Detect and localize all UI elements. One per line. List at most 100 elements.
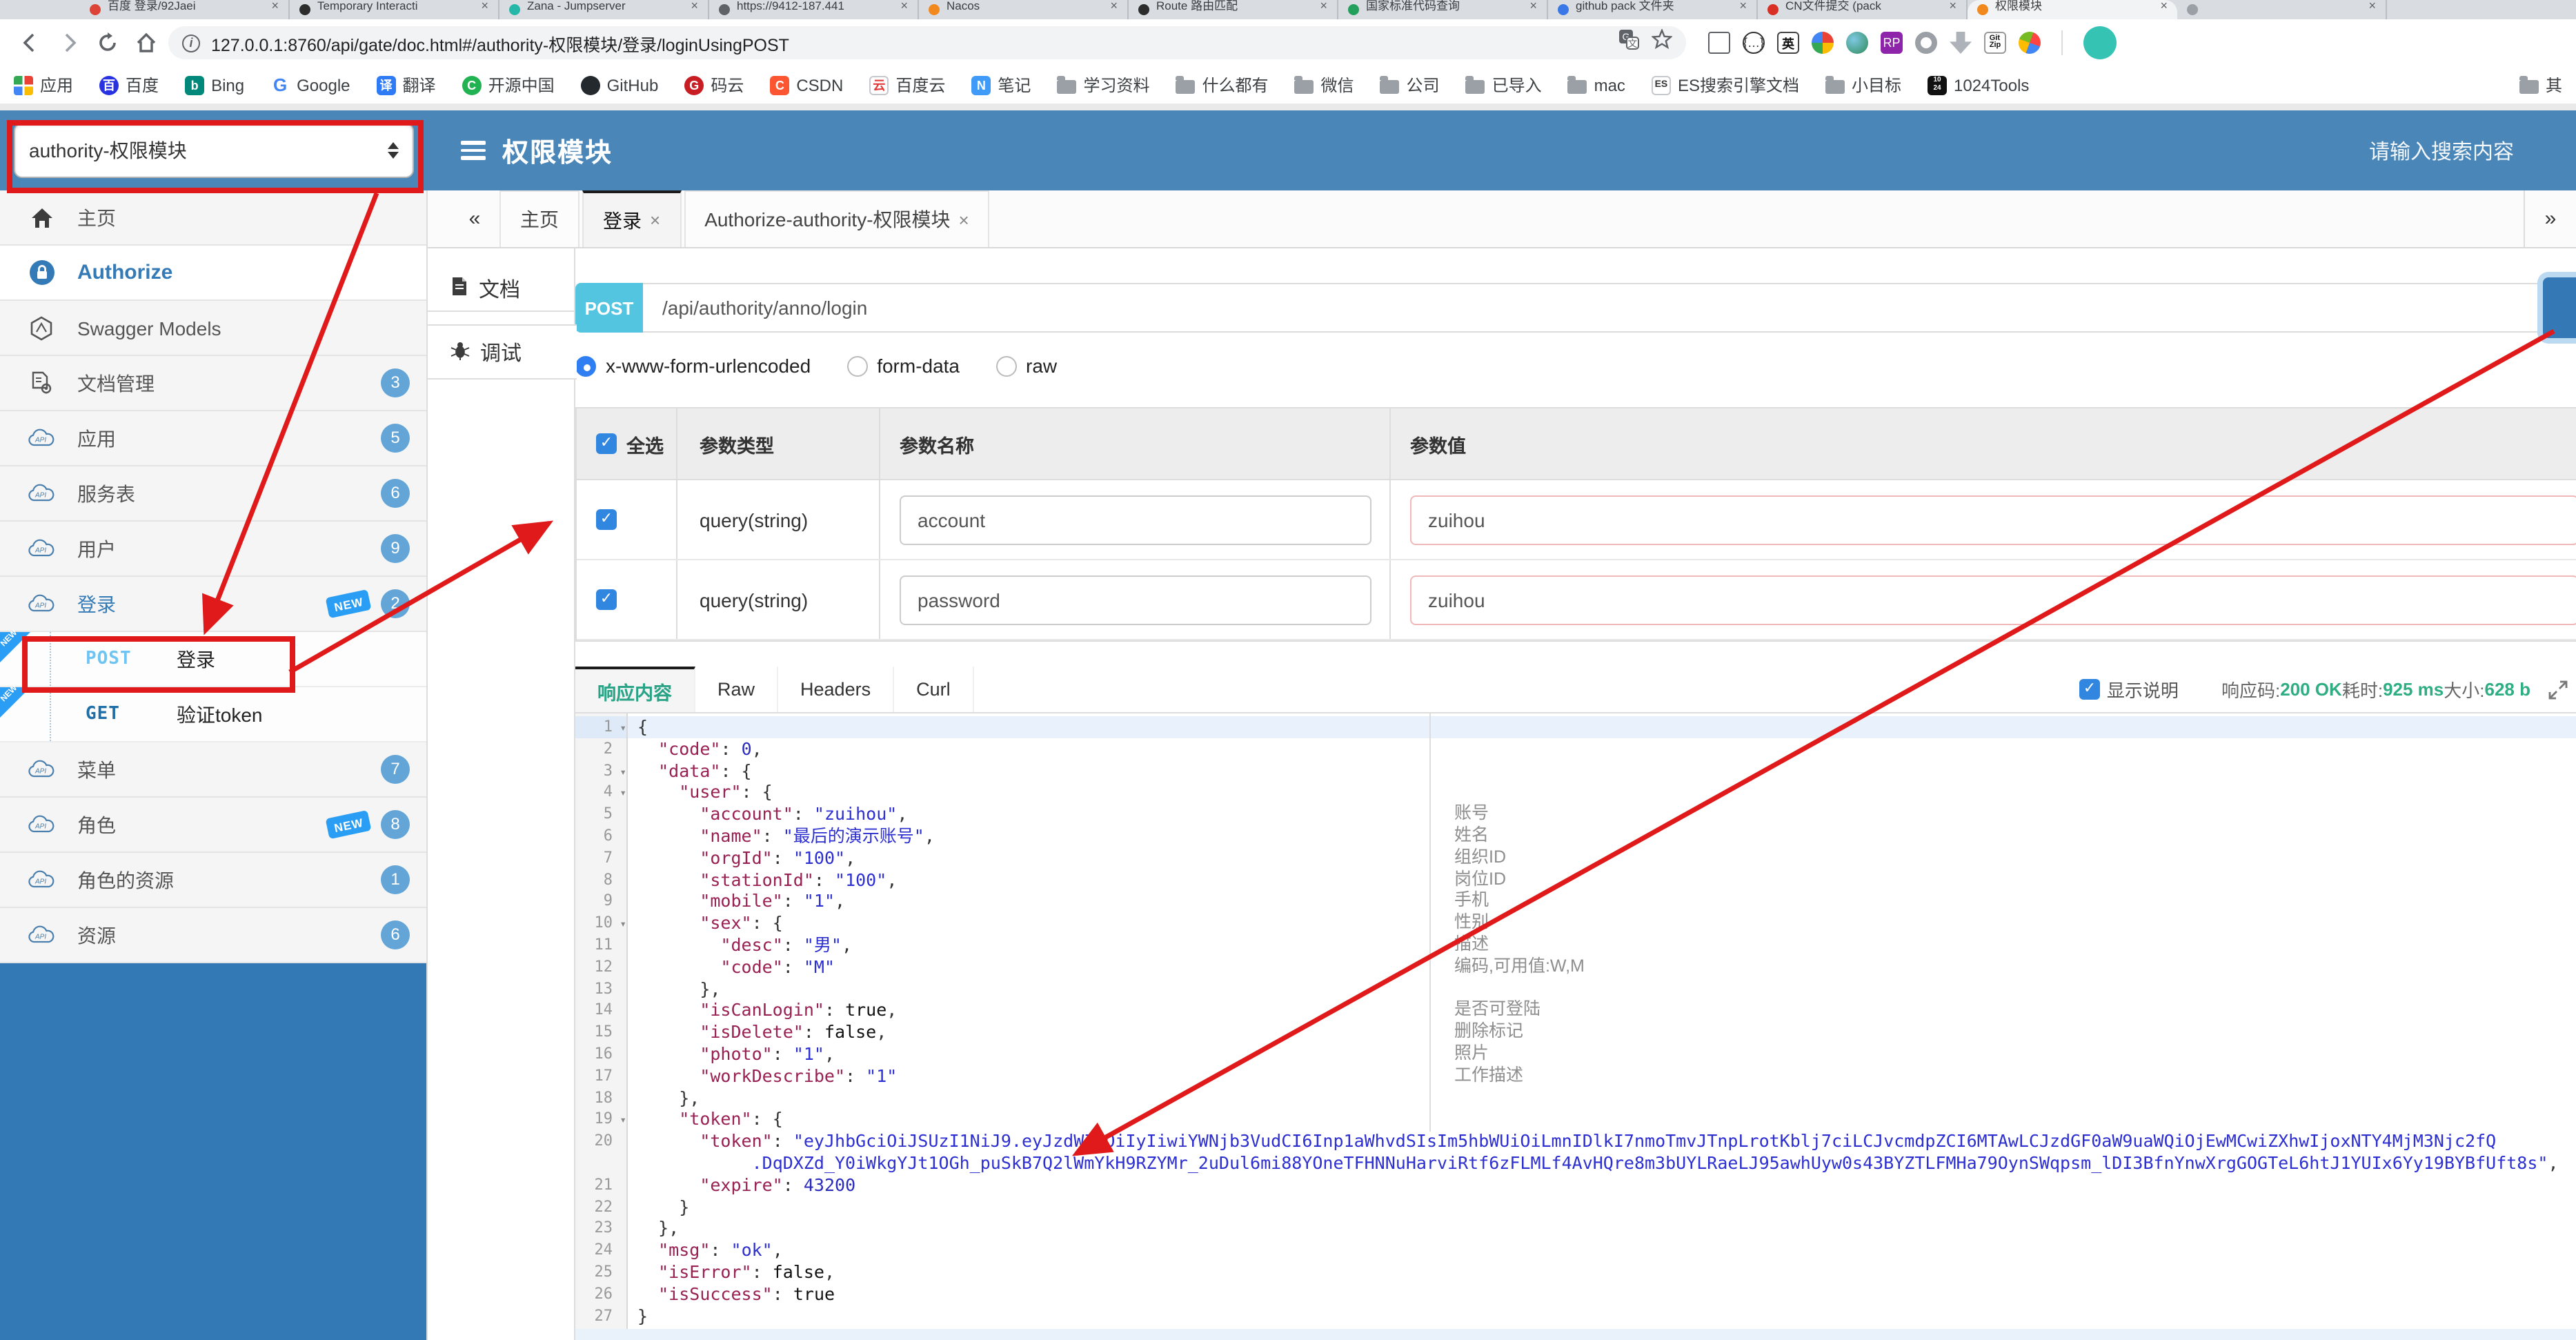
tab-close-icon[interactable]: × bbox=[959, 209, 969, 230]
bookmark-item[interactable]: 百百度 bbox=[99, 73, 159, 97]
tab-close-icon[interactable]: × bbox=[1110, 0, 1118, 12]
picture-in-picture-icon[interactable] bbox=[1708, 32, 1730, 54]
translate-page-icon[interactable]: G文 bbox=[1618, 29, 1639, 57]
response-tab-Raw[interactable]: Raw bbox=[695, 667, 779, 712]
sidebar-item-用户[interactable]: API 用户 9 bbox=[0, 522, 426, 577]
content-type-option-form-data[interactable]: form-data bbox=[846, 355, 960, 377]
param-checkbox[interactable]: ✓ bbox=[596, 509, 617, 530]
sidebar-item-文档管理[interactable]: 文档管理 3 bbox=[0, 356, 426, 411]
browser-tab[interactable]: Zana - Jumpserver × bbox=[499, 0, 709, 19]
tab-close-icon[interactable]: × bbox=[650, 210, 660, 230]
sidebar-item-登录[interactable]: API 登录 NEW 2 bbox=[0, 577, 426, 632]
browser-tab[interactable]: 国家标准代码查询 × bbox=[1338, 0, 1548, 19]
browser-tab[interactable]: https://9412-187.441 × bbox=[709, 0, 919, 19]
bookmark-item[interactable]: 云百度云 bbox=[869, 73, 945, 97]
param-value-input[interactable]: zuihou bbox=[1410, 495, 2576, 544]
proxy-globe-icon[interactable] bbox=[1846, 32, 1868, 54]
browser-tab[interactable]: Nacos × bbox=[919, 0, 1129, 19]
content-tab-主页[interactable]: 主页 bbox=[499, 190, 579, 247]
response-tab-Curl[interactable]: Curl bbox=[894, 667, 974, 712]
gitzip-icon[interactable]: Git Zip bbox=[1984, 32, 2006, 54]
browser-tab[interactable]: Temporary Interacti × bbox=[290, 0, 499, 19]
back-icon[interactable] bbox=[14, 26, 47, 59]
bookmark-item[interactable]: 什么都有 bbox=[1176, 73, 1269, 97]
response-body-editor[interactable]: 1 ▾ 2 3 ▾ 4 ▾ 5 6 7 8 9 10 ▾ 11 12 13 14 15 16 17 18 19 ▾ 20 21 22… bbox=[575, 713, 2576, 1340]
bookmark-item[interactable]: 微信 bbox=[1294, 73, 1354, 97]
radio-icon[interactable] bbox=[846, 355, 868, 376]
show-description-checkbox[interactable]: ✓ bbox=[2079, 679, 2100, 700]
bookmark-item[interactable]: C 开源中国 bbox=[462, 73, 555, 97]
param-value-input[interactable]: zuihou bbox=[1410, 575, 2576, 624]
bookmark-item[interactable]: 已导入 bbox=[1465, 73, 1542, 97]
sidebar-item-主页[interactable]: 主页 bbox=[0, 190, 426, 246]
fold-icon[interactable]: ▾ bbox=[620, 914, 626, 936]
horizontal-scrollbar[interactable] bbox=[575, 1329, 2576, 1340]
bookmark-item[interactable]: N 笔记 bbox=[971, 73, 1031, 97]
reload-icon[interactable] bbox=[91, 26, 124, 59]
bookmark-star-icon[interactable] bbox=[1650, 28, 1674, 57]
sidebar-op-post-登录[interactable]: NEW POST 登录 bbox=[0, 629, 426, 687]
subnav-item-doc[interactable]: 文档 bbox=[428, 268, 574, 312]
bookmark-item[interactable]: b Bing bbox=[185, 75, 244, 95]
fold-icon[interactable]: ▾ bbox=[620, 783, 626, 805]
sidebar-item-服务表[interactable]: API 服务表 6 bbox=[0, 466, 426, 522]
rp-extension-icon[interactable]: RP bbox=[1881, 32, 1903, 54]
tab-close-icon[interactable]: × bbox=[1949, 0, 1956, 12]
tab-close-icon[interactable]: × bbox=[691, 0, 698, 12]
browser-tab[interactable]: github pack 文件夹 × bbox=[1548, 0, 1758, 19]
menu-hamburger-icon[interactable] bbox=[461, 141, 486, 160]
content-tab-登录[interactable]: 登录 × bbox=[582, 190, 682, 247]
param-name-input[interactable]: password bbox=[900, 575, 1371, 624]
select-all-checkbox[interactable]: ✓ bbox=[596, 433, 617, 454]
content-type-option-x-www-form-urlencoded[interactable]: x-www-form-urlencoded bbox=[575, 355, 811, 377]
forward-icon[interactable] bbox=[52, 26, 86, 59]
radio-icon[interactable] bbox=[995, 355, 1017, 376]
bookmark-item[interactable]: G Google bbox=[270, 75, 350, 95]
webstore-icon[interactable] bbox=[1812, 32, 1834, 54]
content-tab-Authorize-authority-权限模块[interactable]: Authorize-authority-权限模块 × bbox=[684, 190, 990, 247]
tab-close-icon[interactable]: × bbox=[271, 0, 279, 12]
send-button[interactable]: 发 bbox=[2543, 277, 2576, 338]
ring-extension-icon[interactable] bbox=[1915, 32, 1937, 54]
tabs-more-icon[interactable]: » bbox=[2524, 190, 2576, 247]
bookmark-item[interactable]: 小目标 bbox=[1825, 73, 1901, 97]
sidebar-item-角色的资源[interactable]: API 角色的资源 1 bbox=[0, 853, 426, 908]
browser-tab[interactable]: 权限模块 × bbox=[1968, 0, 2177, 19]
bookmark-item[interactable]: G 码云 bbox=[684, 73, 744, 97]
tab-close-icon[interactable]: × bbox=[481, 0, 488, 12]
endpoint-input[interactable]: /api/authority/anno/login bbox=[643, 283, 2543, 333]
header-search-placeholder[interactable]: 请输入搜索内容 bbox=[2369, 136, 2514, 165]
address-bar[interactable]: i 127.0.0.1:8760/api/gate/doc.html#/auth… bbox=[168, 26, 1686, 59]
sidebar-op-get-验证token[interactable]: NEW GET 验证token bbox=[0, 684, 426, 742]
json-braces-icon[interactable]: {…} bbox=[1743, 32, 1765, 54]
url-text[interactable]: 127.0.0.1:8760/api/gate/doc.html#/author… bbox=[211, 30, 1607, 56]
tab-close-icon[interactable]: × bbox=[2368, 0, 2376, 12]
response-tab-Headers[interactable]: Headers bbox=[778, 667, 895, 712]
browser-tab[interactable]: 百度 登录/92Jaei × bbox=[80, 0, 290, 19]
bookmark-item[interactable]: 译翻译 bbox=[376, 73, 436, 97]
tab-close-icon[interactable]: × bbox=[1320, 0, 1327, 12]
bookmark-item[interactable]: ES ES搜索引擎文档 bbox=[1651, 73, 1799, 97]
subnav-item-debug[interactable]: 调试 bbox=[428, 324, 577, 380]
bookmark-item[interactable]: 10 24 1024Tools bbox=[1928, 75, 2029, 95]
sidebar-item-应用[interactable]: API 应用 5 bbox=[0, 411, 426, 466]
bookmark-item[interactable]: C CSDN bbox=[770, 75, 843, 95]
bookmarks-overflow[interactable]: 其 bbox=[2519, 73, 2562, 97]
sidebar-item-Swagger Models[interactable]: Swagger Models bbox=[0, 301, 426, 356]
module-select-dropdown[interactable]: authority-权限模块 bbox=[14, 123, 414, 178]
bookmark-item[interactable]: 公司 bbox=[1380, 73, 1440, 97]
sidebar-item-资源[interactable]: API 资源 6 bbox=[0, 908, 426, 963]
browser-tab[interactable]: Route 路由匹配 × bbox=[1129, 0, 1338, 19]
fold-icon[interactable]: ▾ bbox=[620, 1110, 626, 1132]
browser-tab[interactable]: × bbox=[2177, 0, 2387, 19]
sidebar-item-菜单[interactable]: API 菜单 7 bbox=[0, 742, 426, 798]
content-type-option-raw[interactable]: raw bbox=[995, 355, 1057, 377]
profile-avatar[interactable] bbox=[2083, 26, 2117, 59]
tab-close-icon[interactable]: × bbox=[1739, 0, 1747, 12]
download-arrow-icon[interactable] bbox=[1950, 32, 1972, 54]
tabs-collapse-icon[interactable]: « bbox=[450, 190, 499, 247]
param-name-input[interactable]: account bbox=[900, 495, 1371, 544]
tab-close-icon[interactable]: × bbox=[1529, 0, 1537, 12]
expand-icon[interactable] bbox=[2548, 680, 2568, 699]
home-icon[interactable] bbox=[130, 26, 163, 59]
